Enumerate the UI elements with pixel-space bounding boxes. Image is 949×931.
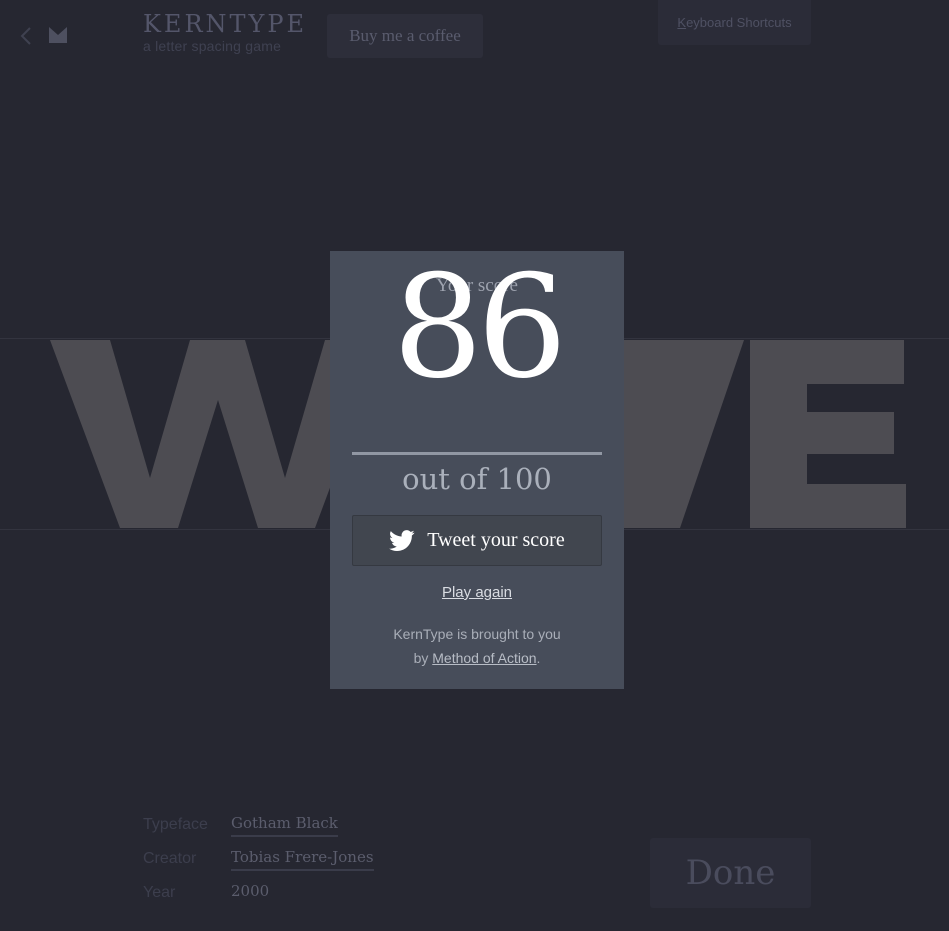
- year-value: 2000: [231, 882, 270, 900]
- buy-coffee-button[interactable]: Buy me a coffee: [327, 14, 483, 58]
- brand-subtitle: a letter spacing game: [143, 38, 282, 54]
- play-again-link[interactable]: Play again: [442, 584, 512, 601]
- out-of-label: out of 100: [402, 462, 552, 496]
- year-label: Year: [143, 884, 176, 901]
- brand[interactable]: KERNTYPE a letter spacing game: [143, 10, 307, 54]
- play-again-row: Play again: [330, 584, 624, 601]
- moa-logo-icon[interactable]: [48, 26, 68, 44]
- creator-value[interactable]: Tobias Frere-Jones: [231, 848, 374, 871]
- brand-title: KERNTYPE: [143, 10, 308, 38]
- method-of-action-link[interactable]: Method of Action: [432, 650, 536, 666]
- creator-label: Creator: [143, 850, 197, 867]
- tweet-score-button[interactable]: Tweet your score: [352, 515, 602, 566]
- back-arrow-icon[interactable]: [18, 26, 34, 46]
- credit-line1: KernType is brought to you: [393, 626, 561, 642]
- credit-by: by: [413, 650, 433, 666]
- shortcut-key-letter: K: [677, 15, 687, 30]
- typeface-value[interactable]: Gotham Black: [231, 814, 338, 837]
- twitter-bird-icon: [389, 529, 415, 552]
- score-value: 86: [392, 245, 568, 410]
- letter-e[interactable]: [750, 340, 906, 528]
- credit-text: KernType is brought to you by Method of …: [330, 622, 624, 670]
- letter-v[interactable]: [624, 340, 744, 528]
- score-divider: [352, 452, 602, 455]
- typeface-label: Typeface: [143, 816, 208, 833]
- shortcuts-label: eyboard Shortcuts: [686, 15, 792, 30]
- done-button[interactable]: Done: [650, 838, 811, 908]
- keyboard-shortcuts-button[interactable]: Keyboard Shortcuts: [658, 0, 811, 45]
- credit-end: .: [536, 650, 541, 666]
- score-modal: Your score 86 out of 100 Tweet your scor…: [330, 251, 624, 689]
- tweet-score-label: Tweet your score: [427, 529, 565, 551]
